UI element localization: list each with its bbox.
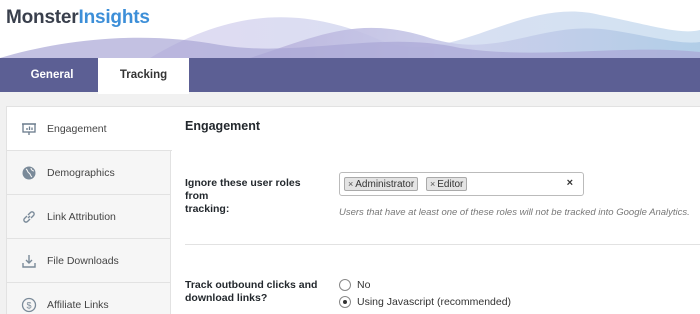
role-tag-administrator[interactable]: × Administrator [344,177,419,191]
user-roles-select[interactable]: × Administrator × Editor × [339,172,584,196]
ignore-roles-label-line1: Ignore these user roles from [185,177,301,202]
sidebar-item-label: Engagement [47,123,107,135]
radio-button-selected[interactable] [339,296,351,308]
radio-label: No [357,279,371,291]
sidebar-item-label: Affiliate Links [47,299,109,311]
role-tag-label: Editor [437,179,464,190]
tracking-sidebar: Engagement Demographics Link Attribution [7,107,172,314]
ignore-roles-hint: Users that have at least one of these ro… [339,207,690,218]
logo-text-monster: Monster [6,7,79,28]
tab-general[interactable]: General [6,58,98,92]
sidebar-item-link-attribution[interactable]: Link Attribution [7,195,171,239]
engagement-settings: Engagement Ignore these user roles from … [185,107,700,314]
presentation-chart-icon [22,123,36,135]
divider [185,244,700,245]
remove-tag-icon[interactable]: × [348,179,353,189]
role-tag-editor[interactable]: × Editor [426,177,468,191]
tracking-settings-panel: Engagement Demographics Link Attribution [6,106,700,314]
svg-text:$: $ [26,301,31,311]
track-outbound-label-line1: Track outbound clicks and [185,279,318,291]
globe-icon [22,166,36,180]
remove-tag-icon[interactable]: × [430,179,435,189]
sidebar-item-label: Demographics [47,167,115,179]
download-icon [22,255,36,268]
dollar-icon: $ [21,297,37,313]
tab-tracking[interactable]: Tracking [98,58,189,94]
sidebar-item-label: Link Attribution [47,211,116,223]
role-tag-label: Administrator [355,179,415,190]
settings-tab-bar: General Tracking [0,58,700,94]
ignore-roles-label: Ignore these user roles from tracking: [185,177,325,216]
track-outbound-label-line2: download links? [185,292,268,304]
sidebar-item-engagement[interactable]: Engagement [7,107,172,151]
sidebar-item-demographics[interactable]: Demographics [7,151,171,195]
sidebar-item-affiliate-links[interactable]: $ Affiliate Links [7,283,171,314]
radio-label: Using Javascript (recommended) [357,296,512,308]
sidebar-item-label: File Downloads [47,255,119,267]
section-title: Engagement [185,119,261,133]
radio-button[interactable] [339,279,351,291]
clear-all-icon[interactable]: × [567,177,573,189]
ignore-roles-label-line2: tracking: [185,203,230,215]
sidebar-item-file-downloads[interactable]: File Downloads [7,239,171,283]
header-banner: MonsterInsights [0,0,700,58]
monsterinsights-logo: MonsterInsights [6,7,150,29]
logo-text-insights: Insights [78,7,150,28]
track-outbound-label: Track outbound clicks and download links… [185,279,325,305]
link-icon [23,211,35,223]
